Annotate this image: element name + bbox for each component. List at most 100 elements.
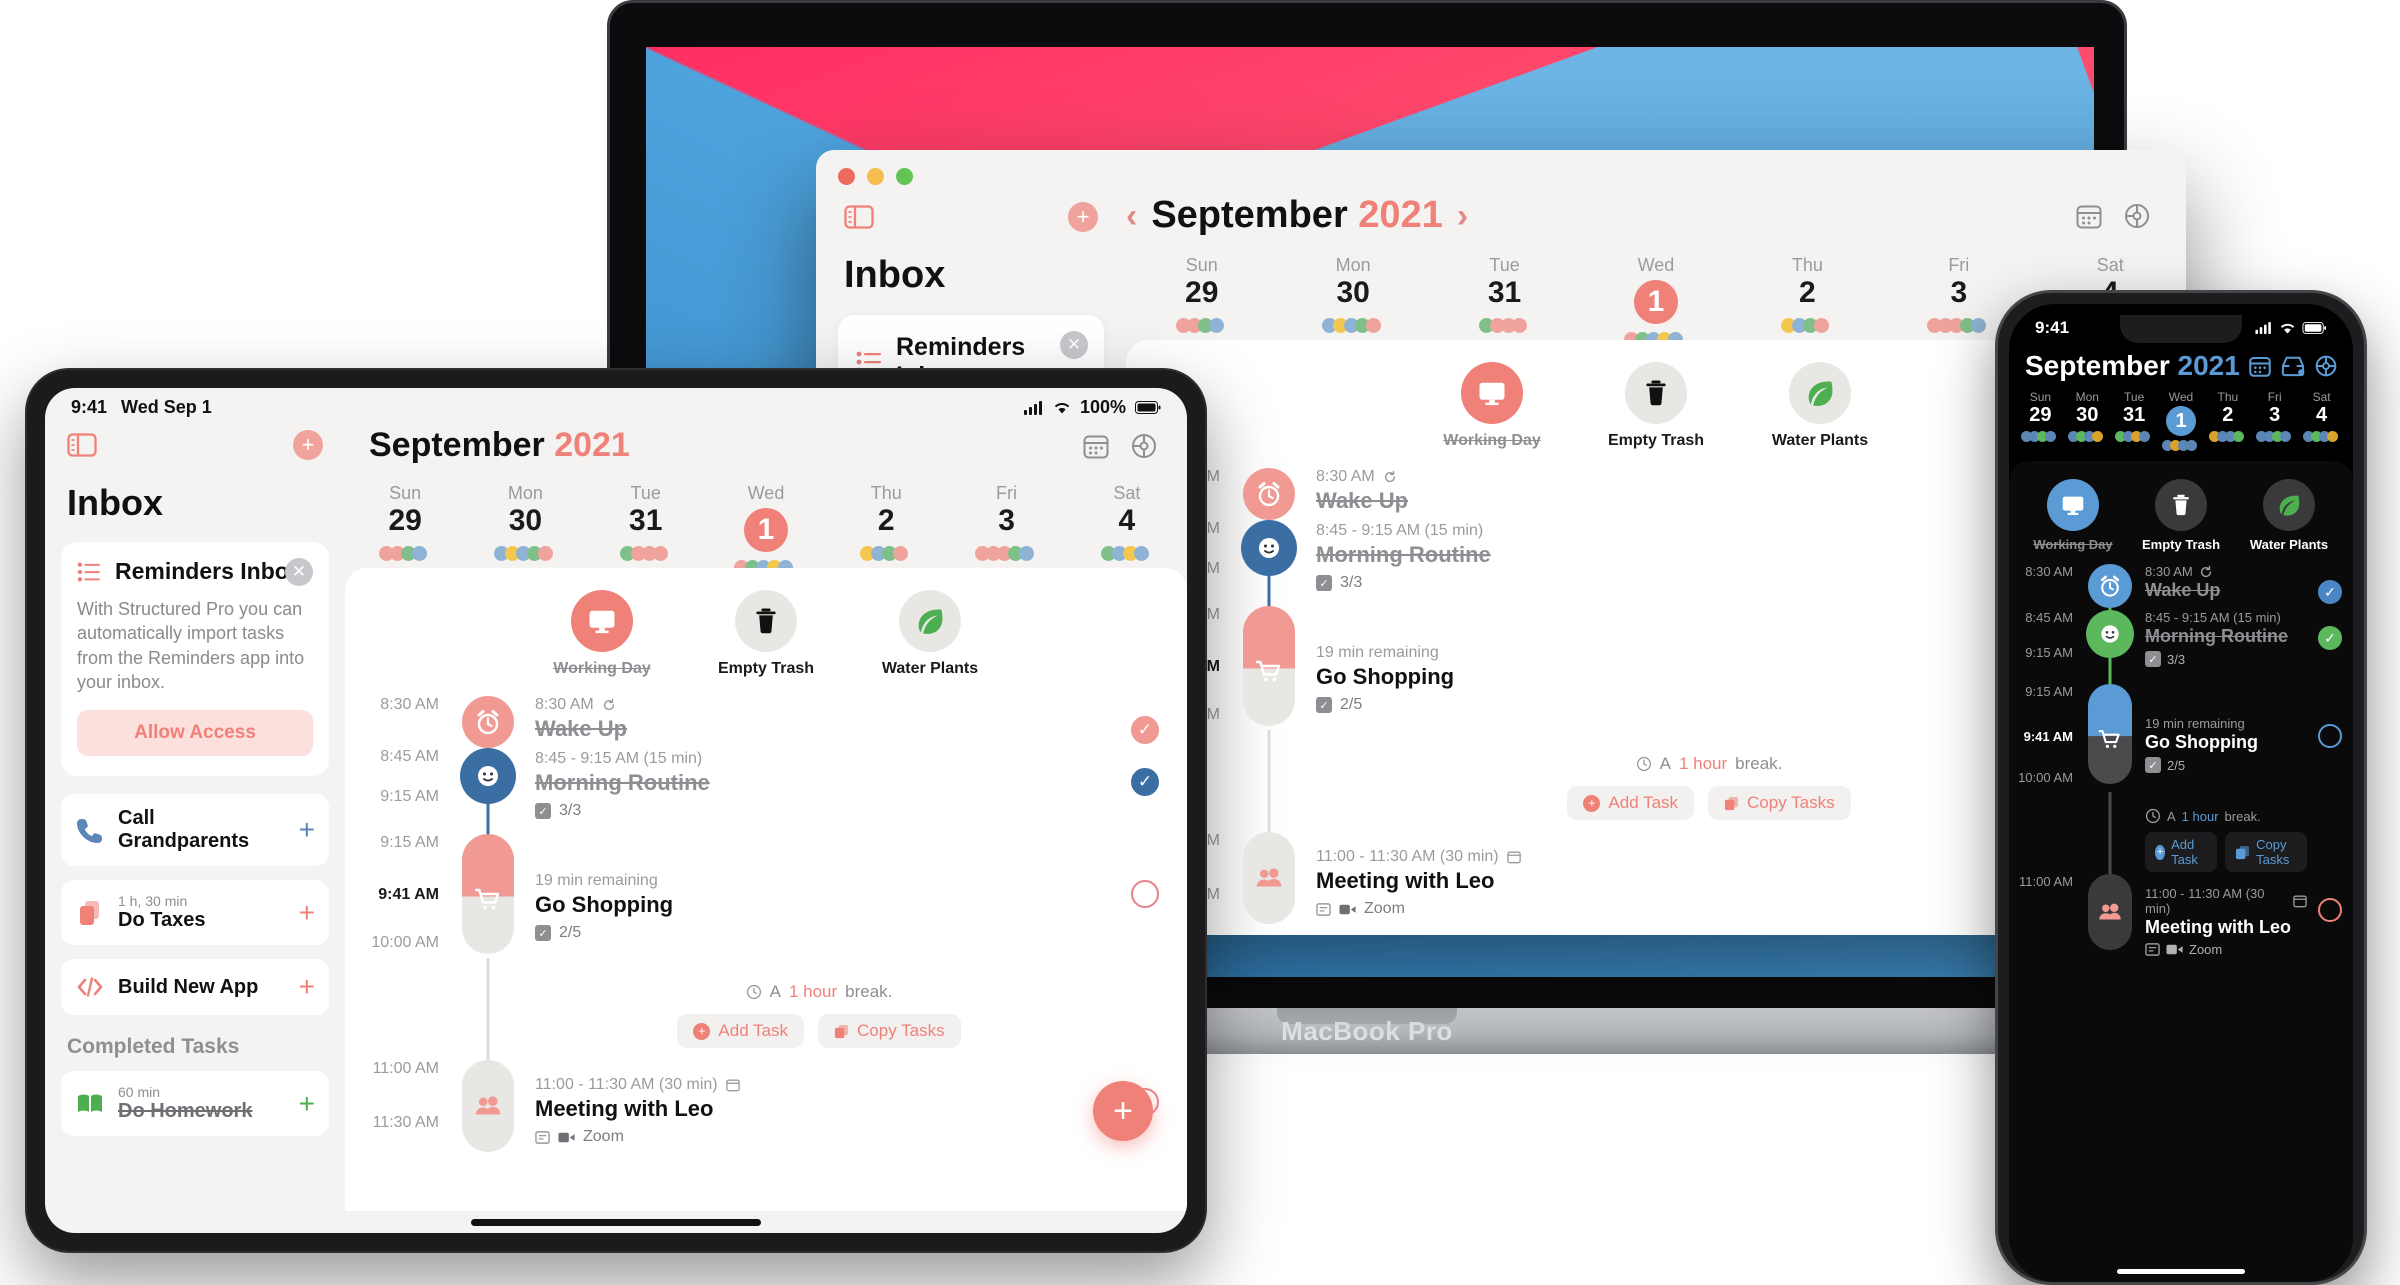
habit-water-plants[interactable]: Water Plants (875, 590, 985, 678)
day-dots (2158, 440, 2205, 451)
allow-access-button[interactable]: Allow Access (77, 710, 313, 757)
week-day-number: 1 (2166, 406, 2196, 436)
chip-label: Copy Tasks (1747, 793, 1835, 812)
timeline-item-wake-up[interactable]: 8:30 AM 8:30 AM Wake Up ✓ (345, 696, 1187, 782)
week-day-sat[interactable]: Sat 4 (1067, 483, 1187, 575)
iphone-timeline-item-go-shopping[interactable]: 9:15 AM 9:41 AM 10:00 AM 19 min remainin… (2009, 684, 2353, 796)
add-task-button[interactable]: + Add Task (1567, 786, 1695, 820)
timeline-item-go-shopping[interactable]: 9:15 AM 9:41 AM 10:00 AM 19 min remainin… (345, 834, 1187, 964)
ipad-add-button[interactable]: + (293, 430, 323, 460)
close-icon[interactable]: ✕ (285, 558, 313, 586)
timeline-node (460, 748, 516, 804)
calendar-icon[interactable] (1083, 433, 1109, 459)
timeline-item-morning-routine[interactable]: 8:45 AM 9:15 AM 8:45 - 9:15 AM (15 min) … (345, 748, 1187, 846)
ipad-inbox-title: Inbox (67, 482, 163, 523)
add-task-button[interactable]: + Add Task (2145, 832, 2218, 872)
add-to-schedule-button[interactable]: + (299, 898, 315, 927)
iphone-week-day-sat[interactable]: Sat 4 (2298, 390, 2345, 451)
habit-empty-trash[interactable]: Empty Trash (1601, 362, 1711, 450)
task-duration: 60 min (118, 1084, 161, 1101)
week-day-thu[interactable]: Thu 2 (826, 483, 946, 575)
mac-add-button[interactable]: + (1068, 202, 1098, 232)
task-check-toggle[interactable] (2318, 898, 2342, 922)
iphone-week-day-wed[interactable]: Wed 1 (2158, 390, 2205, 451)
checkbox-icon: ✓ (535, 925, 551, 941)
copy-tasks-button[interactable]: Copy Tasks (1708, 786, 1851, 820)
task-check-toggle[interactable]: ✓ (2318, 580, 2342, 604)
copy-tasks-button[interactable]: Copy Tasks (818, 1014, 961, 1048)
week-day-thu[interactable]: Thu 2 (1732, 255, 1883, 347)
copy-tasks-button[interactable]: Copy Tasks (2225, 832, 2307, 872)
habit-empty-trash[interactable]: Empty Trash (711, 590, 821, 678)
home-indicator[interactable] (2117, 1269, 2245, 1274)
add-to-schedule-button[interactable]: + (299, 973, 315, 1001)
iphone-week-day-tue[interactable]: Tue 31 (2111, 390, 2158, 451)
habit-working-day[interactable]: Working Day (1437, 362, 1547, 450)
iphone-timeline-item-morning-routine[interactable]: 8:45 AM 9:15 AM 8:45 - 9:15 AM (15 min) … (2009, 610, 2353, 694)
add-to-schedule-button[interactable]: + (299, 1089, 315, 1118)
chevron-left-icon[interactable]: ‹ (1126, 199, 1137, 233)
timeline-item-meeting-with-leo[interactable]: 11:00 AM 11:30 AM 11:00 - 11:30 AM (30 m… (345, 1060, 1187, 1156)
task-row[interactable]: 1 h, 30 min Do Taxes + (61, 880, 329, 946)
gear-icon[interactable] (2124, 203, 2150, 229)
week-day-mon[interactable]: Mon 30 (1277, 255, 1428, 347)
home-indicator[interactable] (471, 1218, 761, 1226)
habit-label: Water Plants (2249, 537, 2329, 552)
iphone-week-day-fri[interactable]: Fri 3 (2251, 390, 2298, 451)
cart-icon (473, 884, 503, 914)
week-day-tue[interactable]: Tue 31 (586, 483, 706, 575)
minimize-window-button[interactable] (867, 168, 884, 185)
mac-inbox-title: Inbox (844, 254, 946, 296)
gear-icon[interactable] (1131, 433, 1157, 459)
habit-working-day[interactable]: Working Day (2028, 479, 2118, 552)
week-day-number-wrap: 29 (345, 504, 465, 538)
day-task-dot (2092, 431, 2104, 442)
gear-icon[interactable] (2315, 355, 2337, 377)
task-row[interactable]: Build New App + (61, 959, 329, 1016)
week-day-fri[interactable]: Fri 3 (946, 483, 1066, 575)
add-task-button[interactable]: + Add Task (677, 1014, 805, 1048)
week-day-number-wrap: 31 (2111, 404, 2158, 427)
calendar-icon[interactable] (2249, 355, 2271, 377)
week-day-sun[interactable]: Sun 29 (345, 483, 465, 575)
task-check-toggle[interactable] (1131, 880, 1159, 908)
habit-water-plants[interactable]: Water Plants (2244, 479, 2334, 552)
ipad-main-panel: September 2021 Sun 29 Mon 30 Tue 31 Wed … (345, 418, 1187, 1211)
day-dots (2251, 431, 2298, 442)
plus-circle-icon: + (2155, 844, 2166, 860)
inbox-icon[interactable] (2281, 355, 2305, 377)
week-day-wed[interactable]: Wed 1 (706, 483, 826, 575)
ipad-add-task-fab[interactable]: + (1093, 1081, 1153, 1141)
break-text: A 1 hour break. (2145, 808, 2307, 824)
iphone-timeline-item-wake-up[interactable]: 8:30 AM 8:30 AM Wake Up ✓ (2009, 564, 2353, 638)
week-day-label: Mon (2075, 390, 2099, 404)
habit-water-plants[interactable]: Water Plants (1765, 362, 1875, 450)
week-day-tue[interactable]: Tue 31 (1429, 255, 1580, 347)
maximize-window-button[interactable] (896, 168, 913, 185)
timeline-time-start: 11:00 AM (372, 1060, 439, 1077)
close-window-button[interactable] (838, 168, 855, 185)
day-dots (1277, 318, 1428, 333)
habit-working-day[interactable]: Working Day (547, 590, 657, 678)
close-icon[interactable]: ✕ (1060, 331, 1088, 359)
sidebar-toggle-icon[interactable] (844, 205, 874, 229)
task-check-toggle[interactable]: ✓ (2318, 626, 2342, 650)
sidebar-toggle-icon[interactable] (67, 433, 97, 457)
task-row[interactable]: Call Grandparents + (61, 794, 329, 867)
task-check-toggle[interactable]: ✓ (1131, 716, 1159, 744)
week-day-sun[interactable]: Sun 29 (1126, 255, 1277, 347)
week-day-wed[interactable]: Wed 1 (1580, 255, 1731, 347)
task-check-toggle[interactable] (2318, 724, 2342, 748)
add-to-schedule-button[interactable]: + (299, 816, 315, 844)
iphone-week-day-thu[interactable]: Thu 2 (2204, 390, 2251, 451)
task-check-toggle[interactable]: ✓ (1131, 768, 1159, 796)
task-row[interactable]: 60 min Do Homework + (61, 1071, 329, 1137)
iphone-timeline-item-meeting-with-leo[interactable]: 11:00 AM 11:00 - 11:30 AM (30 min) Meeti… (2009, 874, 2353, 957)
habit-empty-trash[interactable]: Empty Trash (2136, 479, 2226, 552)
iphone-week-day-mon[interactable]: Mon 30 (2064, 390, 2111, 451)
calendar-icon[interactable] (2076, 203, 2102, 229)
week-day-mon[interactable]: Mon 30 (465, 483, 585, 575)
iphone-notch (2120, 315, 2242, 343)
iphone-week-day-sun[interactable]: Sun 29 (2017, 390, 2064, 451)
chevron-right-icon[interactable]: › (1457, 199, 1468, 233)
